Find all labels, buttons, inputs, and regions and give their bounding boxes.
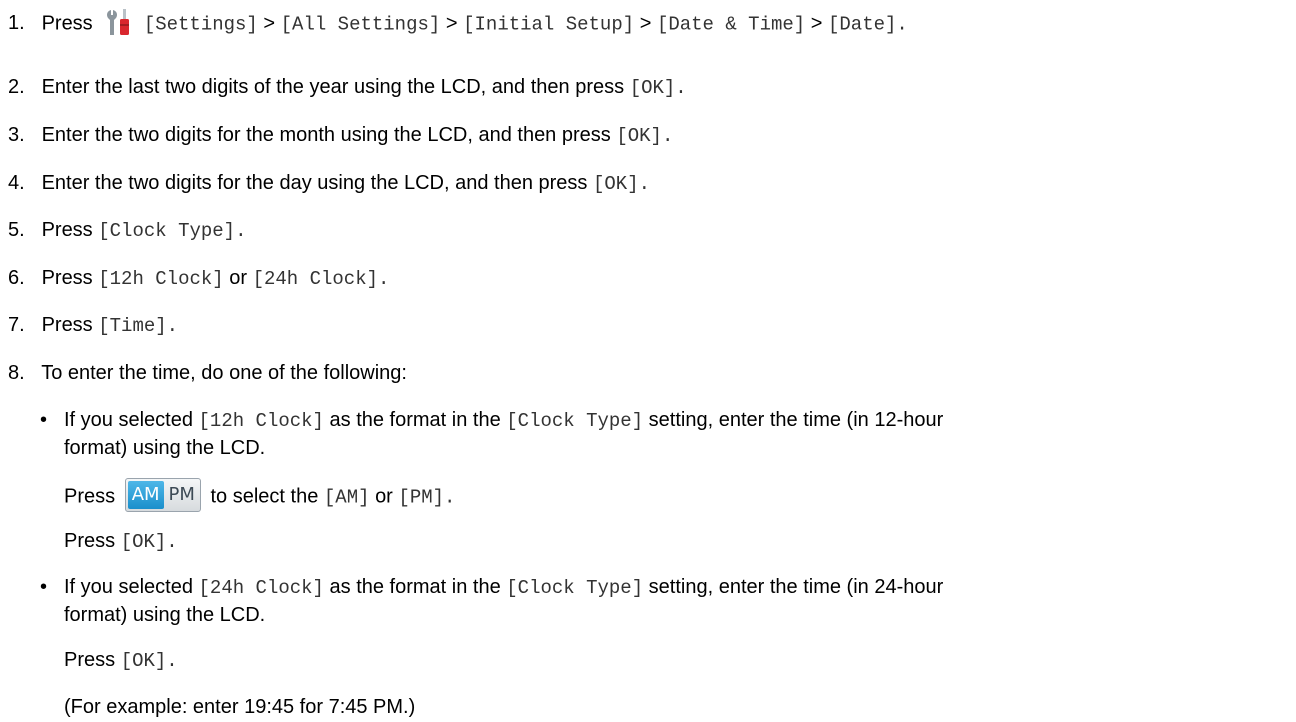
- path-separator: >: [810, 12, 823, 35]
- step-number: 2.: [8, 76, 25, 98]
- step-3: 3. Enter the two digits for the month us…: [8, 123, 673, 148]
- step-number: 8.: [8, 362, 25, 384]
- path-initial-setup: [Initial Setup]: [463, 13, 635, 36]
- clock-type-code: [Clock Type]: [506, 410, 644, 432]
- or-text: or: [229, 267, 248, 289]
- press-ok-12h: Press [OK].: [64, 529, 178, 554]
- step-text: Press: [41, 219, 93, 241]
- step-number: 7.: [8, 314, 25, 336]
- ok-code: [OK].: [593, 173, 651, 195]
- step-7: 7. Press [Time].: [8, 313, 178, 338]
- bullet-text: as the format in the: [329, 409, 501, 431]
- path-separator: >: [445, 12, 458, 35]
- path-date-time: [Date & Time]: [656, 13, 806, 36]
- bullet-text: Press: [64, 530, 116, 552]
- time-code: [Time].: [98, 315, 179, 337]
- am-pm-toggle-button[interactable]: AM PM: [124, 478, 201, 512]
- 24h-clock-code: [24h Clock].: [252, 268, 390, 290]
- ok-code: [OK].: [120, 650, 178, 672]
- bullet-text: If you selected: [64, 409, 193, 431]
- bullet-text: setting, enter the time (in 12-hour: [648, 409, 944, 431]
- step-4: 4. Enter the two digits for the day usin…: [8, 171, 650, 196]
- step-text: Press: [41, 314, 93, 336]
- step-number: 3.: [8, 124, 25, 146]
- ok-code: [OK].: [616, 125, 674, 147]
- settings-icon: [102, 5, 137, 39]
- step-5: 5. Press [Clock Type].: [8, 218, 246, 243]
- am-code: [AM]: [323, 486, 370, 509]
- bullet-text: to select the: [210, 485, 319, 508]
- clock-type-code: [Clock Type].: [98, 220, 247, 242]
- step-6: 6. Press [12h Clock] or [24h Clock].: [8, 266, 389, 291]
- press-ok-24h: Press [OK].: [64, 648, 178, 673]
- path-all-settings: [All Settings]: [280, 13, 441, 36]
- path-separator: >: [263, 12, 276, 35]
- 12h-clock-code: [12h Clock]: [98, 268, 224, 290]
- step-text: Press: [41, 267, 93, 289]
- bullet-text: Press: [64, 649, 116, 671]
- bullet-12h-line2: format) using the LCD.: [64, 437, 266, 459]
- bullet-text: If you selected: [64, 576, 193, 598]
- step-text: Press: [41, 12, 93, 35]
- bullet-12h-line1: If you selected [12h Clock] as the forma…: [64, 408, 943, 433]
- step-text: To enter the time, do one of the followi…: [41, 362, 407, 384]
- path-separator: >: [639, 12, 652, 35]
- bullet-24h-line2: format) using the LCD.: [64, 604, 266, 626]
- 12h-clock-code: [12h Clock]: [198, 410, 324, 432]
- bullet-24h-line1: If you selected [24h Clock] as the forma…: [64, 575, 943, 600]
- bullet-text: Press: [64, 485, 116, 508]
- step-text: Enter the two digits for the day using t…: [41, 172, 588, 194]
- bullet-text: as the format in the: [329, 576, 501, 598]
- am-label: AM: [127, 481, 164, 509]
- step-1: 1. Press [Settings] > [All Settings] > […: [8, 5, 908, 41]
- path-settings: [Settings]: [143, 13, 258, 36]
- bullet-marker: •: [40, 576, 48, 598]
- step-number: 1.: [8, 12, 25, 35]
- ok-code: [OK].: [120, 531, 178, 553]
- step-number: 6.: [8, 267, 25, 289]
- path-date: [Date].: [828, 13, 908, 36]
- step-text: Enter the last two digits of the year us…: [41, 76, 625, 98]
- clock-type-code: [Clock Type]: [506, 577, 644, 599]
- step-2: 2. Enter the last two digits of the year…: [8, 75, 687, 100]
- step-number: 4.: [8, 172, 25, 194]
- bullet-marker: •: [40, 409, 48, 431]
- step-8: 8. To enter the time, do one of the foll…: [8, 361, 407, 385]
- ampm-instruction: Press AM PM to select the [AM] or [PM].: [64, 478, 456, 514]
- bullet-text: setting, enter the time (in 24-hour: [648, 576, 944, 598]
- or-text: or: [375, 485, 393, 508]
- instructions-page: 1. Press [Settings] > [All Settings] > […: [0, 0, 1296, 722]
- example-note: (For example: enter 19:45 for 7:45 PM.): [64, 696, 416, 718]
- pm-code: [PM].: [398, 486, 456, 509]
- step-text: Enter the two digits for the month using…: [41, 124, 611, 146]
- pm-label: PM: [168, 484, 195, 505]
- ok-code: [OK].: [629, 77, 687, 99]
- step-number: 5.: [8, 219, 25, 241]
- 24h-clock-code: [24h Clock]: [198, 577, 324, 599]
